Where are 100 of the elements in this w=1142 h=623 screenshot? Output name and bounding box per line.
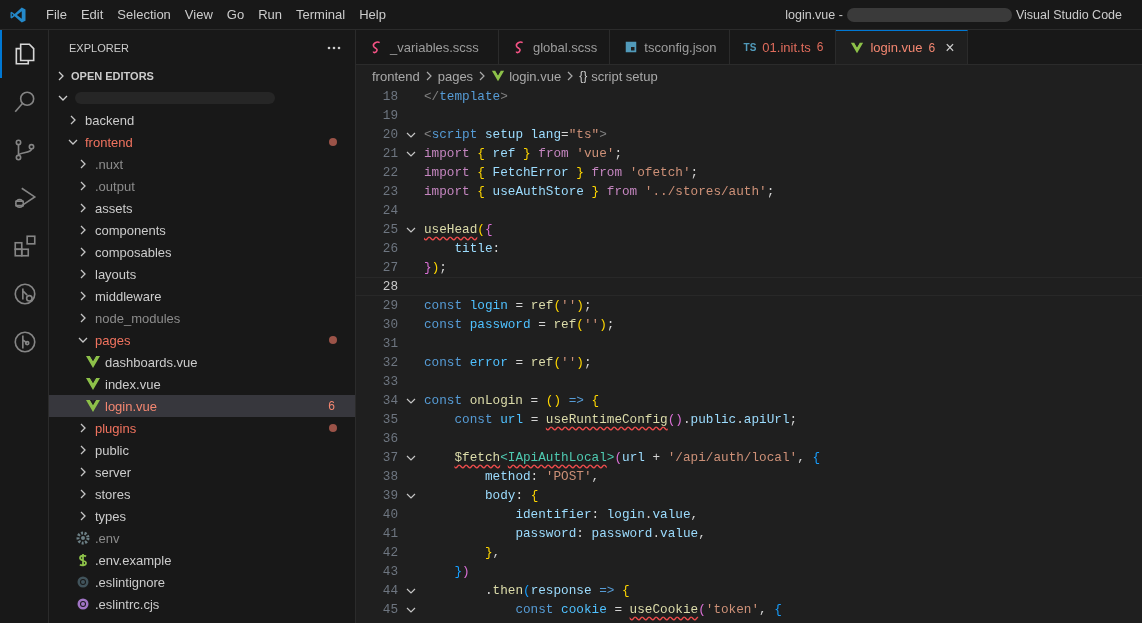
code-token: : — [492, 241, 501, 256]
code-token: { — [622, 583, 630, 598]
tree-item[interactable]: backend — [49, 109, 355, 131]
tree-item[interactable]: node_modules — [49, 307, 355, 329]
menu-item[interactable]: Run — [251, 4, 289, 25]
menu-item[interactable]: Edit — [73, 4, 111, 25]
code-token: = — [530, 393, 540, 408]
menu-item[interactable]: Selection — [110, 4, 178, 25]
line-number: 28 — [381, 279, 398, 294]
menu-item[interactable]: Terminal — [289, 4, 353, 25]
code-token: , — [698, 526, 706, 541]
breadcrumb[interactable]: pages — [437, 68, 474, 84]
code-token: public — [690, 412, 737, 427]
tree-item[interactable]: public — [49, 439, 355, 461]
breadcrumb[interactable]: script setup — [591, 68, 658, 84]
code-token: { — [530, 488, 539, 503]
code-token: . — [644, 507, 653, 522]
menu-item[interactable]: Help — [352, 4, 393, 25]
code-token: } — [591, 184, 600, 199]
tree-item[interactable]: pages — [49, 329, 355, 351]
code-token: { — [774, 602, 782, 617]
code-token: then — [492, 583, 523, 598]
code-token: url — [500, 412, 523, 427]
code-token: } — [484, 545, 493, 560]
code-token: > — [606, 450, 615, 465]
code-token: FetchError — [492, 165, 570, 180]
code-token: const — [424, 393, 464, 408]
menu-item[interactable]: Go — [219, 4, 252, 25]
tree-item[interactable]: components — [49, 219, 355, 241]
tree-item[interactable]: middleware — [49, 285, 355, 307]
code-token: const — [424, 298, 464, 313]
code-token: . — [736, 412, 744, 427]
code-token: '' — [561, 355, 577, 370]
tree-item[interactable]: .nuxt — [49, 153, 355, 175]
menu-item[interactable]: View — [177, 4, 220, 25]
code-token: ; — [583, 355, 592, 370]
line-number: 23 — [381, 184, 398, 199]
circle-icon — [75, 574, 91, 590]
tree-item[interactable]: .eslintrc.cjs — [49, 593, 355, 615]
code-token: => — [599, 583, 616, 598]
line-number: 19 — [381, 108, 398, 123]
tree-item[interactable]: .env — [49, 527, 355, 549]
line-number: 36 — [381, 431, 398, 446]
line-number: 34 — [381, 393, 398, 408]
editor-tab[interactable]: login.vue 6 × — [836, 30, 968, 64]
code-token: } — [424, 260, 432, 275]
code-token: password — [515, 526, 577, 541]
tree-item[interactable]: dashboards.vue — [49, 351, 355, 373]
code-token: = — [530, 412, 540, 427]
code-token: . — [484, 583, 493, 598]
breadcrumb[interactable]: login.vue — [509, 68, 562, 84]
code-token: login — [469, 298, 508, 313]
code-token: ( — [553, 298, 562, 313]
line-number: 38 — [381, 469, 398, 484]
code-token: () — [667, 412, 683, 427]
line-number: 41 — [381, 526, 398, 541]
tree-item[interactable]: .eslintignore — [49, 571, 355, 593]
gear-icon — [75, 530, 91, 546]
tree-item[interactable]: server — [49, 461, 355, 483]
code-token: password — [469, 317, 531, 332]
tree-item[interactable]: frontend — [49, 131, 355, 153]
code-token: value — [660, 526, 699, 541]
code-token: url — [622, 450, 645, 465]
config-file-icon — [624, 40, 639, 54]
editor-tab[interactable]: global.scss — [499, 30, 611, 64]
more-icon[interactable] — [327, 45, 341, 50]
code-token: response — [530, 583, 592, 598]
section-header[interactable]: OPEN EDITORS — [71, 70, 154, 82]
breadcrumb[interactable]: frontend — [372, 68, 420, 84]
tree-item[interactable]: stores — [49, 483, 355, 505]
code-token: { — [591, 393, 600, 408]
tree-item[interactable]: .output — [49, 175, 355, 197]
tree-item[interactable]: layouts — [49, 263, 355, 285]
tree-item[interactable]: login.vue 6 — [49, 395, 355, 417]
code-token: value — [652, 507, 691, 522]
tree-item[interactable]: plugins — [49, 417, 355, 439]
line-number: 33 — [381, 374, 398, 389]
code-token: = — [561, 127, 569, 142]
tree-item[interactable]: types — [49, 505, 355, 527]
tree-item[interactable]: assets — [49, 197, 355, 219]
tree-item[interactable]: .env.example — [49, 549, 355, 571]
tree-item[interactable]: index.vue — [49, 373, 355, 395]
code-token: < — [500, 450, 508, 465]
editor-tab[interactable]: _variables.scss — [356, 30, 499, 64]
code-token: apiUrl — [743, 412, 790, 427]
code-token: ref — [492, 146, 517, 161]
code-token: </ — [424, 89, 440, 104]
code-token: ( — [614, 450, 622, 465]
menu-item[interactable]: File — [39, 4, 74, 25]
code-token: ( — [477, 222, 485, 237]
close-button[interactable]: × — [945, 38, 955, 57]
line-number: 27 — [381, 260, 398, 275]
code-token: > — [599, 127, 607, 142]
code-token: 'POST' — [545, 469, 592, 484]
editor-tab[interactable]: tsconfig.json — [610, 30, 730, 64]
code-token: const — [515, 602, 555, 617]
tree-item[interactable]: composables — [49, 241, 355, 263]
line-number: 21 — [381, 146, 398, 161]
code-token: onLogin — [469, 393, 523, 408]
code-token: } — [523, 146, 531, 161]
